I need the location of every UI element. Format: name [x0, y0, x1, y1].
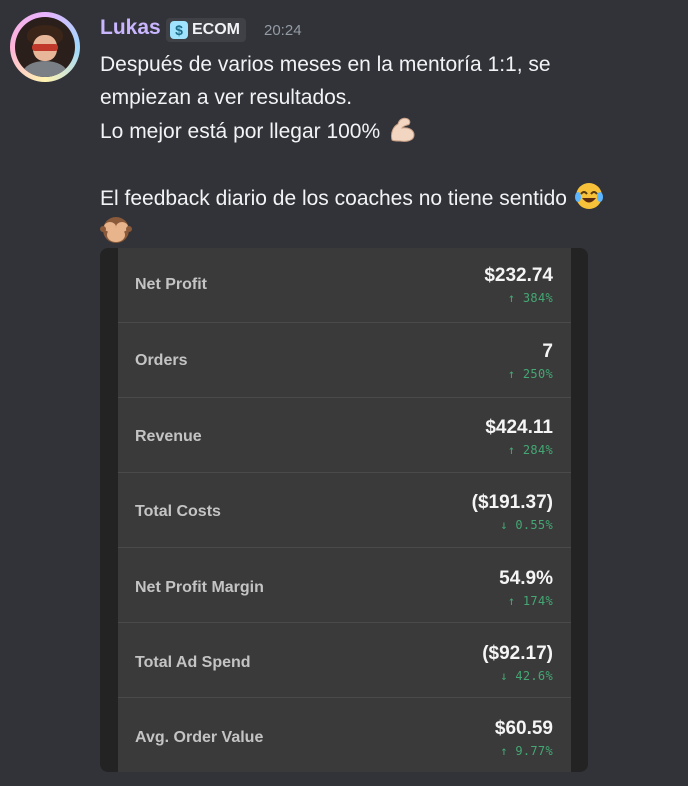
- stat-row-revenue: Revenue $424.11 ↑ 284%: [118, 398, 571, 473]
- see-no-evil-monkey-emoji: [100, 215, 132, 245]
- stat-row-total-ad-spend: Total Ad Spend ($92.17) ↓ 42.6%: [118, 623, 571, 698]
- stat-value: 7: [542, 341, 553, 362]
- message-line: Después de varios meses en la mentoría 1…: [100, 53, 551, 76]
- server-tag[interactable]: $ ECOM: [166, 18, 246, 42]
- stat-change: ↑ 174%: [507, 594, 553, 608]
- stat-change: ↓ 42.6%: [500, 669, 553, 683]
- message-timestamp[interactable]: 20:24: [264, 22, 302, 39]
- server-tag-icon: $: [170, 21, 188, 39]
- stat-row-net-profit: Net Profit $232.74 ↑ 384%: [118, 248, 571, 323]
- stat-change: ↓ 0.55%: [500, 518, 553, 532]
- stat-label: Net Profit Margin: [135, 579, 264, 596]
- flexed-biceps-emoji: [386, 114, 418, 144]
- stat-row-avg-order-value: Avg. Order Value $60.59 ↑ 9.77%: [118, 698, 571, 772]
- message-line: El feedback diario de los coaches no tie…: [100, 181, 680, 215]
- stat-change: ↑ 9.77%: [500, 744, 553, 758]
- server-tag-label: ECOM: [192, 21, 240, 38]
- avatar-image: [15, 17, 75, 77]
- user-avatar[interactable]: [10, 12, 80, 82]
- stat-row-net-profit-margin: Net Profit Margin 54.9% ↑ 174%: [118, 548, 571, 623]
- stat-value: 54.9%: [499, 568, 553, 589]
- stat-change: ↑ 384%: [507, 291, 553, 305]
- stats-screenshot[interactable]: Net Profit $232.74 ↑ 384% Orders 7 ↑ 250…: [100, 248, 588, 772]
- stat-change: ↑ 284%: [507, 443, 553, 457]
- tears-of-joy-emoji: [573, 181, 605, 211]
- stat-change: ↑ 250%: [507, 367, 553, 381]
- avatar-shirt: [23, 61, 67, 77]
- chat-message: Lukas $ ECOM 20:24 Después de varios mes…: [0, 0, 688, 786]
- stats-panel: Net Profit $232.74 ↑ 384% Orders 7 ↑ 250…: [118, 248, 571, 772]
- stat-row-orders: Orders 7 ↑ 250%: [118, 323, 571, 398]
- stat-label: Net Profit: [135, 276, 207, 293]
- stat-row-total-costs: Total Costs ($191.37) ↓ 0.55%: [118, 473, 571, 548]
- message-line: Lo mejor está por llegar 100%: [100, 114, 680, 148]
- stat-value: ($191.37): [471, 492, 553, 513]
- stat-label: Orders: [135, 352, 188, 369]
- stat-label: Avg. Order Value: [135, 729, 264, 746]
- stat-label: Total Ad Spend: [135, 654, 251, 671]
- message-line-text: El feedback diario de los coaches no tie…: [100, 187, 567, 210]
- stat-label: Total Costs: [135, 503, 221, 520]
- message-line: empiezan a ver resultados.: [100, 86, 353, 109]
- username[interactable]: Lukas: [100, 16, 161, 40]
- stat-value: $232.74: [484, 265, 553, 286]
- stat-label: Revenue: [135, 428, 202, 445]
- avatar-glasses: [32, 44, 58, 51]
- stat-value: ($92.17): [482, 643, 553, 664]
- stat-value: $424.11: [485, 417, 553, 438]
- message-line: [100, 215, 680, 249]
- message-line-text: Lo mejor está por llegar 100%: [100, 120, 381, 143]
- message-content: Después de varios meses en la mentoría 1…: [100, 48, 680, 249]
- stat-value: $60.59: [494, 718, 553, 739]
